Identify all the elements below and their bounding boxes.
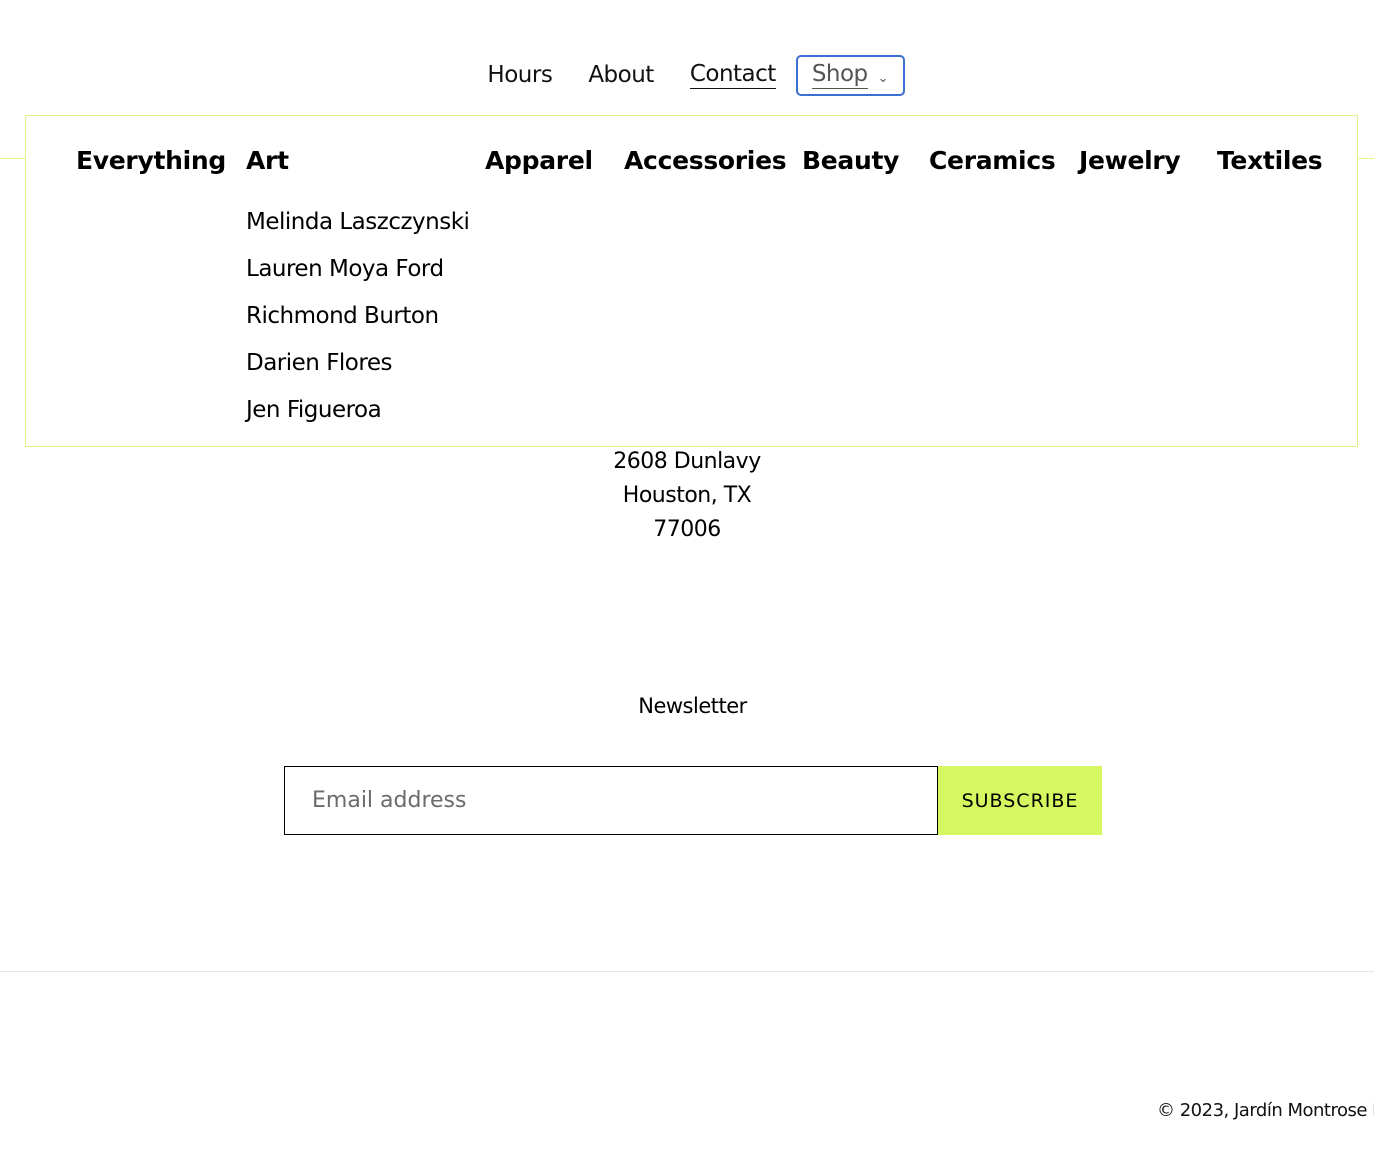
copyright: © 2023, Jardín Montrose Po: [1157, 1100, 1374, 1121]
artist-link[interactable]: Darien Flores: [246, 340, 469, 387]
artist-link[interactable]: Melinda Laszczynski: [246, 199, 470, 246]
nav-shop-dropdown[interactable]: Shop ⌄: [795, 54, 905, 96]
shop-mega-menu: Everything Art Apparel Accessories Beaut…: [25, 115, 1358, 447]
category-jewelry[interactable]: Jewelry: [1079, 146, 1181, 175]
address-line-1: 2608 Dunlavy: [613, 449, 761, 474]
artist-link[interactable]: Jen Figueroa: [246, 387, 469, 434]
artist-link[interactable]: Richmond Burton: [246, 293, 469, 340]
main-nav: Hours About Contact Shop ⌄: [0, 52, 1374, 98]
category-art[interactable]: Art: [246, 146, 289, 175]
category-apparel[interactable]: Apparel: [485, 146, 593, 175]
category-accessories[interactable]: Accessories: [624, 146, 787, 175]
category-beauty[interactable]: Beauty: [802, 146, 899, 175]
store-address: 2608 Dunlavy Houston, TX 77006: [0, 445, 1374, 547]
category-ceramics[interactable]: Ceramics: [929, 146, 1056, 175]
art-artist-list: Melinda Laszczynski Lauren Moya Ford Ric…: [246, 199, 470, 434]
subscribe-button[interactable]: SUBSCRIBE: [938, 766, 1102, 835]
address-line-3: 77006: [653, 517, 721, 542]
brand-link[interactable]: Jardín Montrose Po: [1234, 1100, 1374, 1121]
nav-contact-link[interactable]: Contact: [689, 61, 776, 89]
email-input[interactable]: [284, 766, 938, 835]
copyright-prefix: © 2023,: [1157, 1100, 1234, 1121]
category-everything[interactable]: Everything: [76, 146, 226, 175]
nav-hours-link[interactable]: Hours: [487, 62, 552, 88]
nav-shop-label: Shop: [811, 61, 868, 89]
nav-about-link[interactable]: About: [588, 62, 654, 88]
artist-link[interactable]: Lauren Moya Ford: [246, 246, 469, 293]
chevron-down-icon: ⌄: [877, 70, 889, 86]
newsletter-title: Newsletter: [638, 694, 747, 718]
footer-divider: [0, 971, 1374, 972]
category-textiles[interactable]: Textiles: [1217, 146, 1323, 175]
address-line-2: Houston, TX: [622, 483, 752, 508]
